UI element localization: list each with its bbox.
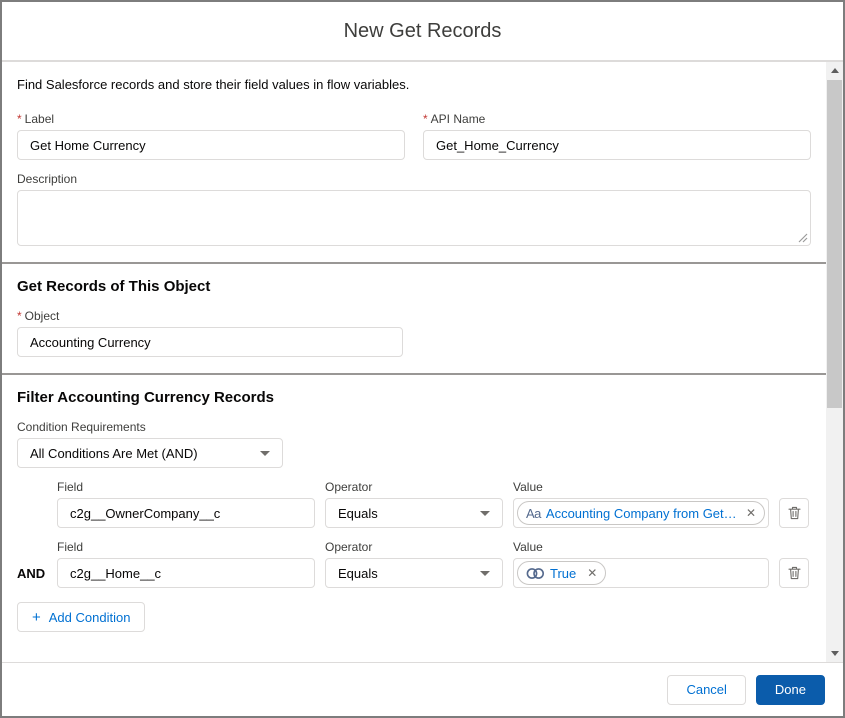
label-field-label: * Label (17, 112, 405, 126)
add-condition-label: Add Condition (48, 609, 131, 625)
chevron-down-icon (480, 510, 490, 516)
trash-icon (787, 566, 801, 580)
field-label: Field (57, 480, 84, 494)
condition-operator-group: Operator Equals (325, 480, 503, 528)
field-label: Field (57, 540, 84, 554)
required-mark: * (423, 112, 428, 126)
delete-condition-button[interactable] (779, 558, 809, 588)
scrollbar[interactable] (826, 62, 843, 662)
modal-footer: Cancel Done (2, 662, 843, 716)
object-field-label: * Object (17, 309, 811, 323)
new-get-records-modal: New Get Records Find Salesforce records … (0, 0, 845, 718)
field-input[interactable] (57, 558, 315, 588)
api-name-field-label: * API Name (423, 112, 811, 126)
remove-pill-icon[interactable]: ✕ (583, 566, 597, 580)
remove-pill-icon[interactable]: ✕ (742, 506, 756, 520)
condition-delete-group (779, 498, 809, 528)
operator-value: Equals (338, 505, 378, 521)
label-field-label-text: Label (24, 112, 55, 126)
condition-requirements-select[interactable]: All Conditions Are Met (AND) (17, 438, 283, 468)
object-input[interactable] (17, 327, 403, 357)
api-name-field-label-text: API Name (430, 112, 486, 126)
condition-row-1: Field Operator Equals Value Aa Acc (17, 480, 811, 528)
cancel-button[interactable]: Cancel (667, 674, 746, 705)
filter-section-heading: Filter Accounting Currency Records (17, 389, 274, 406)
condition-field-group: Field (57, 480, 315, 528)
description-field-group: Description (17, 172, 811, 246)
value-pill[interactable]: True ✕ (517, 561, 607, 585)
value-pill[interactable]: Aa Accounting Company from Get_... ✕ (517, 501, 765, 525)
required-mark: * (17, 112, 22, 126)
condition-value-group: Value Aa Accounting Company from Get_...… (513, 480, 769, 528)
description-textarea[interactable] (17, 190, 811, 246)
field-input[interactable] (57, 498, 315, 528)
value-pill-text: Accounting Company from Get_... (545, 505, 737, 521)
add-icon: + (32, 608, 41, 626)
condition-requirements-group: Condition Requirements All Conditions Ar… (17, 420, 811, 468)
scroll-up-icon (830, 68, 839, 73)
required-mark: * (17, 309, 22, 323)
object-field-label-text: Object (24, 309, 60, 323)
intro-text: Find Salesforce records and store their … (17, 77, 410, 92)
modal-body: Find Salesforce records and store their … (2, 62, 843, 662)
add-condition-button[interactable]: + Add Condition (17, 602, 146, 632)
scroll-up-button[interactable] (826, 62, 843, 79)
object-section-heading: Get Records of This Object (17, 278, 211, 295)
operator-value: Equals (338, 565, 378, 581)
label-apiname-row: *Label *API Name (17, 112, 811, 160)
value-combobox[interactable]: Aa Accounting Company from Get_... ✕ (513, 498, 769, 528)
value-pill-text: True (550, 565, 577, 581)
operator-label: Operator (325, 480, 373, 494)
condition-value-group: Value True ✕ (513, 540, 769, 588)
joiner-spacer (17, 498, 47, 528)
scrollbar-thumb[interactable] (827, 80, 842, 409)
operator-select[interactable]: Equals (325, 498, 503, 528)
boolean-toggle-icon (526, 567, 544, 579)
api-name-field-group: * API Name (423, 112, 811, 160)
text-type-icon: Aa (526, 505, 541, 521)
section-divider (2, 262, 826, 264)
condition-delete-group (779, 558, 809, 588)
condition-field-group: Field (57, 540, 315, 588)
condition-requirements-label: Condition Requirements (17, 420, 146, 434)
label-input[interactable] (17, 130, 405, 160)
label-field-group: * Label (17, 112, 405, 160)
value-combobox[interactable]: True ✕ (513, 558, 769, 588)
modal-header: New Get Records (2, 2, 843, 62)
scrollbar-track[interactable] (826, 79, 843, 645)
operator-select[interactable]: Equals (325, 558, 503, 588)
description-field-label: Description (17, 172, 78, 186)
condition-row-2: AND Field Operator Equals Value (17, 540, 811, 588)
api-name-input[interactable] (423, 130, 811, 160)
chevron-down-icon (480, 570, 490, 576)
modal-title: New Get Records (343, 19, 502, 42)
value-label: Value (513, 480, 543, 494)
object-field-group: * Object (17, 309, 811, 357)
operator-label: Operator (325, 540, 373, 554)
trash-icon (787, 506, 801, 520)
section-divider (2, 373, 826, 375)
condition-operator-group: Operator Equals (325, 540, 503, 588)
chevron-down-icon (260, 450, 270, 456)
condition-joiner: AND (17, 565, 46, 581)
modal-content: Find Salesforce records and store their … (2, 62, 826, 662)
scroll-down-button[interactable] (826, 645, 843, 662)
done-button[interactable]: Done (755, 674, 825, 705)
scroll-down-icon (830, 651, 839, 656)
value-label: Value (513, 540, 543, 554)
delete-condition-button[interactable] (779, 498, 809, 528)
condition-requirements-value: All Conditions Are Met (AND) (30, 445, 198, 461)
